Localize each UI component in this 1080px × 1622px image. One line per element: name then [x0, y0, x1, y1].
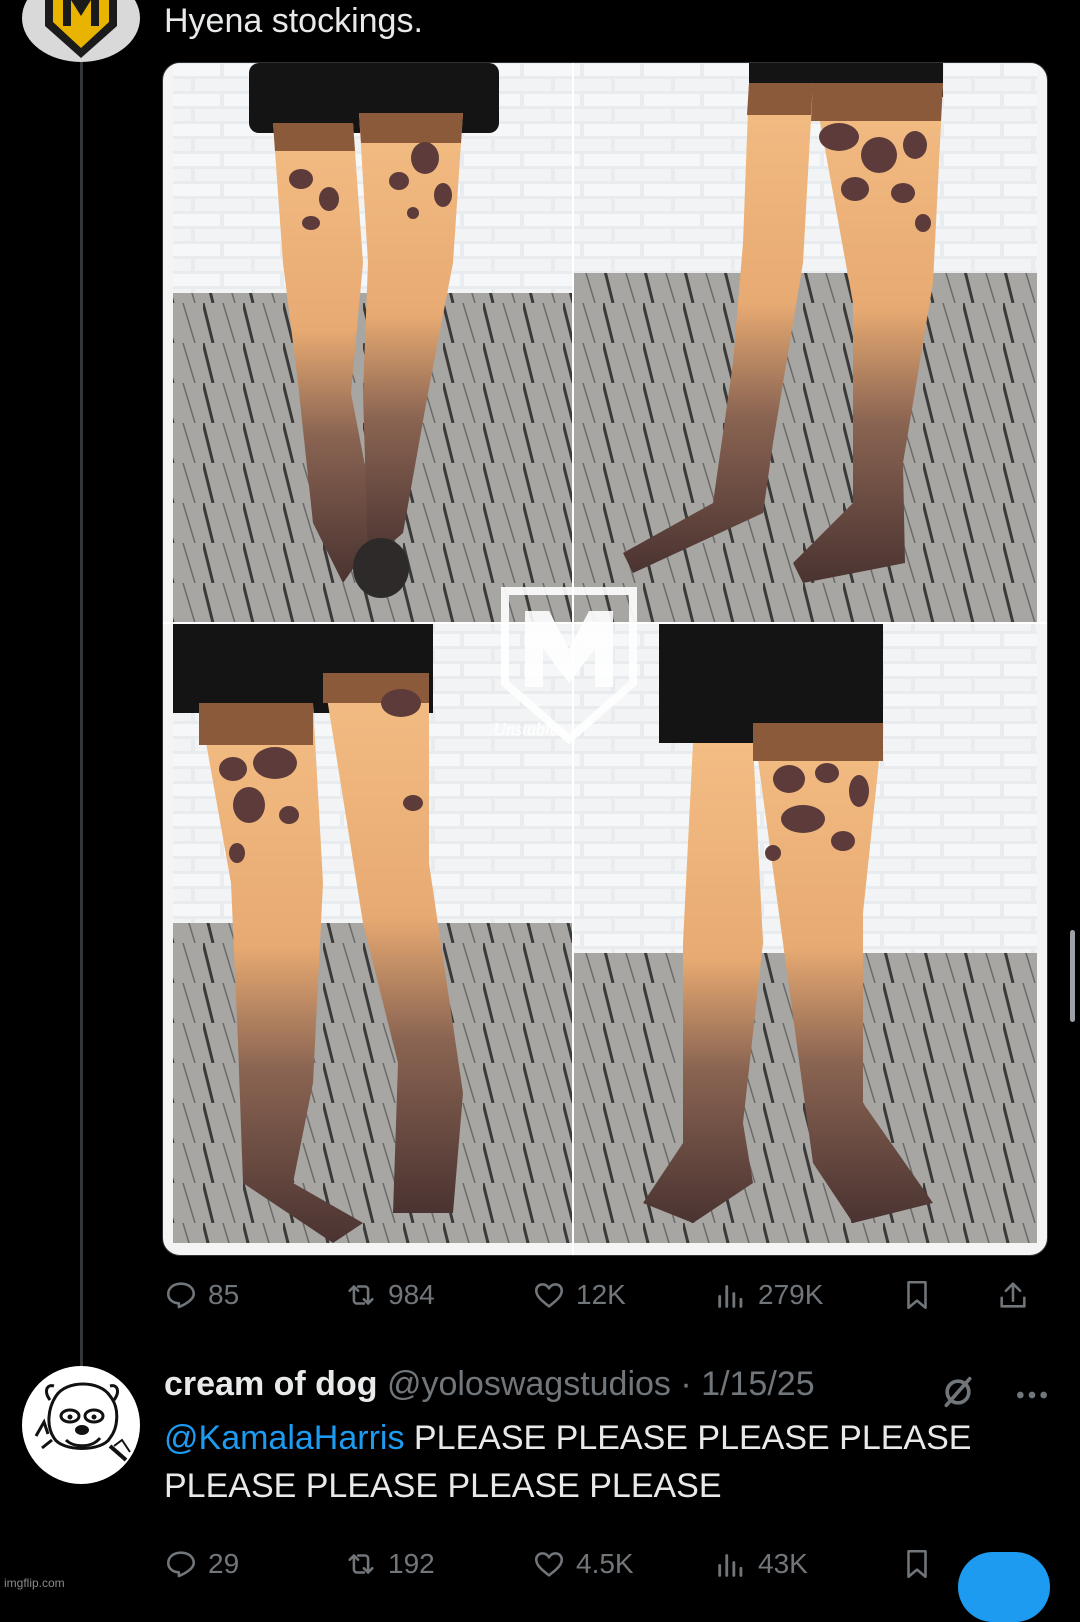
bookmark-button[interactable]	[900, 1547, 934, 1581]
more-icon[interactable]	[1012, 1380, 1052, 1410]
mention-link[interactable]: @KamalaHarris	[164, 1419, 404, 1457]
cartoon-dog-avatar-icon	[23, 1367, 139, 1483]
like-button[interactable]: 4.5K	[532, 1547, 634, 1581]
shield-logo-icon	[45, 0, 117, 58]
reply-handle[interactable]: @yoloswagstudios	[387, 1365, 671, 1403]
thread-connector-line	[80, 58, 83, 1376]
reply-count: 29	[208, 1548, 240, 1579]
tweet-media-image[interactable]: Unstable	[162, 62, 1048, 1256]
views-count: 279K	[758, 1279, 824, 1310]
tweet-text: Hyena stockings.	[164, 2, 423, 40]
views-count: 43K	[758, 1548, 808, 1579]
reply-icon	[164, 1547, 198, 1581]
repost-count: 192	[388, 1548, 435, 1579]
bookmark-icon	[900, 1278, 934, 1312]
views-button[interactable]: 279K	[714, 1278, 823, 1312]
reply-display-name[interactable]: cream of dog	[164, 1365, 377, 1403]
share-button[interactable]	[996, 1278, 1030, 1312]
share-icon	[996, 1278, 1030, 1312]
like-count: 4.5K	[576, 1548, 634, 1579]
reply-button[interactable]: 85	[164, 1278, 239, 1312]
reply-count: 85	[208, 1279, 240, 1310]
imgflip-watermark: imgflip.com	[4, 1576, 65, 1590]
repost-button[interactable]: 984	[344, 1278, 435, 1312]
reply-button[interactable]: 29	[164, 1547, 239, 1581]
bookmark-button[interactable]	[900, 1278, 934, 1312]
scrollbar[interactable]	[1070, 930, 1075, 1022]
views-icon	[714, 1278, 748, 1312]
bookmark-icon	[900, 1547, 934, 1581]
floating-compose-button[interactable]	[958, 1552, 1050, 1622]
like-icon	[532, 1547, 566, 1581]
reply-actions: 29 192 4.5K 43K	[164, 1547, 1044, 1591]
avatar[interactable]	[22, 0, 140, 62]
views-button[interactable]: 43K	[714, 1547, 808, 1581]
like-button[interactable]: 12K	[532, 1278, 626, 1312]
mute-icon[interactable]	[938, 1372, 978, 1412]
media-watermark: Unstable	[493, 719, 558, 739]
reply-date[interactable]: 1/15/25	[701, 1365, 814, 1403]
like-icon	[532, 1278, 566, 1312]
repost-button[interactable]: 192	[344, 1547, 435, 1581]
reply-text: @KamalaHarris PLEASE PLEASE PLEASE PLEAS…	[164, 1414, 984, 1510]
repost-icon	[344, 1278, 378, 1312]
repost-count: 984	[388, 1279, 435, 1310]
reply-icon	[164, 1278, 198, 1312]
reply-avatar[interactable]	[22, 1366, 140, 1484]
views-icon	[714, 1547, 748, 1581]
tweet-actions: 85 984 12K 279K	[164, 1278, 1044, 1322]
reply-header: cream of dog @yoloswagstudios · 1/15/25	[164, 1362, 815, 1406]
like-count: 12K	[576, 1279, 626, 1310]
repost-icon	[344, 1547, 378, 1581]
header-separator: ·	[680, 1365, 692, 1403]
